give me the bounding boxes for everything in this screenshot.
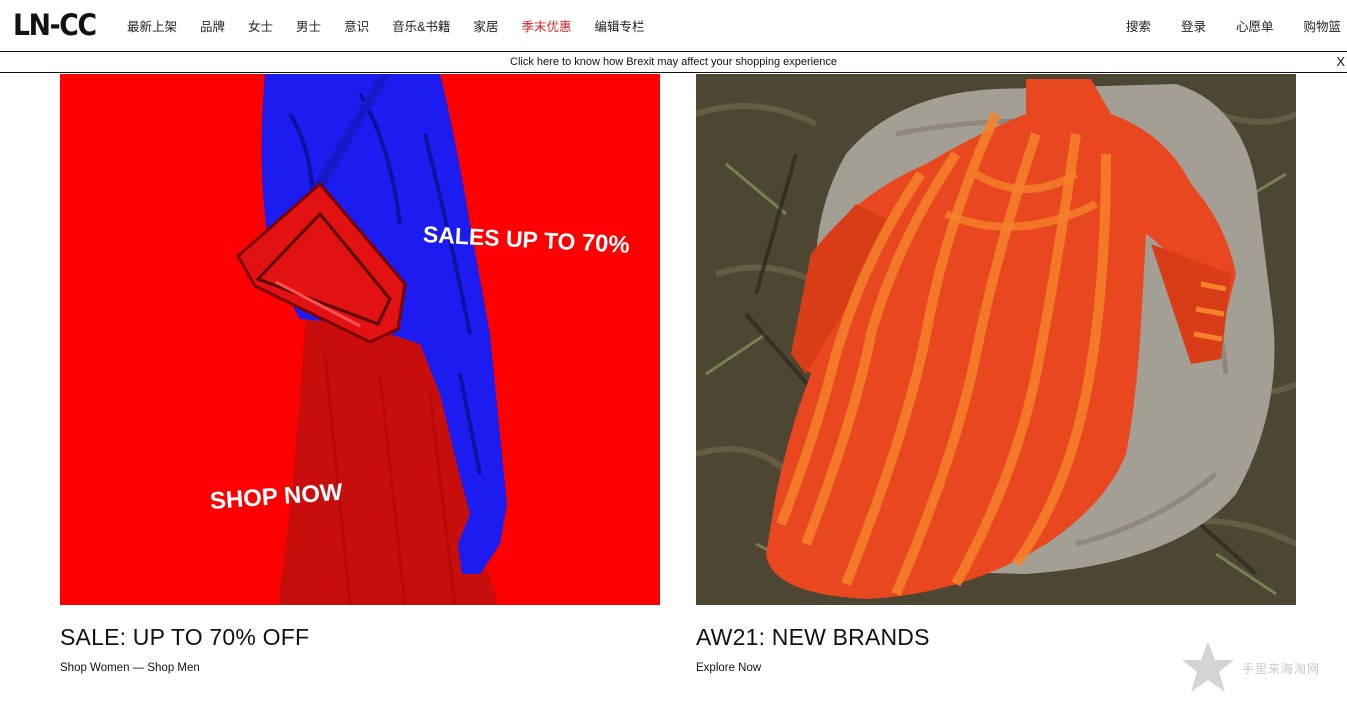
site-watermark: 手里来海淘网	[1180, 640, 1340, 696]
site-logo[interactable]: LN-CC	[13, 8, 97, 42]
brexit-notice-link[interactable]: Click here to know how Brexit may affect…	[0, 56, 1347, 68]
new-brands-card-title[interactable]: AW21: NEW BRANDS	[696, 624, 930, 651]
watermark-text: 手里来海淘网	[1242, 662, 1321, 676]
sale-hero-illustration	[60, 74, 660, 605]
brexit-notice-bar: Click here to know how Brexit may affect…	[0, 51, 1347, 73]
sale-hero-image[interactable]: SALES UP TO 70% SHOP NOW	[60, 74, 660, 605]
new-brands-card: AW21: NEW BRANDS Explore Now	[696, 74, 1296, 674]
nav-item-sale[interactable]: 季末优惠	[521, 16, 571, 35]
dress-on-rock-illustration	[696, 74, 1296, 605]
promo-sales-percent: 70%	[581, 229, 631, 259]
new-brands-hero-image[interactable]	[696, 74, 1296, 605]
explore-now-link[interactable]: Explore Now	[696, 662, 761, 674]
star-icon	[1182, 642, 1234, 692]
close-icon[interactable]: X	[1336, 54, 1345, 69]
nav-item-home[interactable]: 家居	[473, 16, 498, 35]
link-separator: —	[129, 662, 148, 674]
sale-card-links: Shop Women — Shop Men	[60, 662, 200, 674]
nav-item-women[interactable]: 女士	[248, 16, 273, 35]
nav-item-music-books[interactable]: 音乐&书籍	[392, 16, 450, 35]
sale-card-title[interactable]: SALE: UP TO 70% OFF	[60, 624, 309, 651]
utility-nav: 搜索 登录 心愿单 购物篮	[1096, 16, 1341, 35]
site-header: LN-CC 最新上架 品牌 女士 男士 意识 音乐&书籍 家居 季末优惠 编辑专…	[0, 0, 1347, 51]
basket-link[interactable]: 购物篮	[1303, 16, 1341, 35]
shop-men-link[interactable]: Shop Men	[147, 662, 199, 674]
main-nav: 最新上架 品牌 女士 男士 意识 音乐&书籍 家居 季末优惠 编辑专栏	[127, 16, 667, 35]
wishlist-link[interactable]: 心愿单	[1236, 16, 1274, 35]
nav-item-new-arrivals[interactable]: 最新上架	[127, 16, 177, 35]
login-link[interactable]: 登录	[1181, 16, 1206, 35]
nav-item-brands[interactable]: 品牌	[200, 16, 225, 35]
nav-item-consciousness[interactable]: 意识	[344, 16, 369, 35]
new-brands-card-links: Explore Now	[696, 662, 761, 674]
nav-item-men[interactable]: 男士	[296, 16, 321, 35]
nav-item-editorial[interactable]: 编辑专栏	[594, 16, 644, 35]
shop-women-link[interactable]: Shop Women	[60, 662, 129, 674]
sale-card: SALES UP TO 70% SHOP NOW SALE: UP TO 70%…	[60, 74, 660, 674]
search-link[interactable]: 搜索	[1126, 16, 1151, 35]
